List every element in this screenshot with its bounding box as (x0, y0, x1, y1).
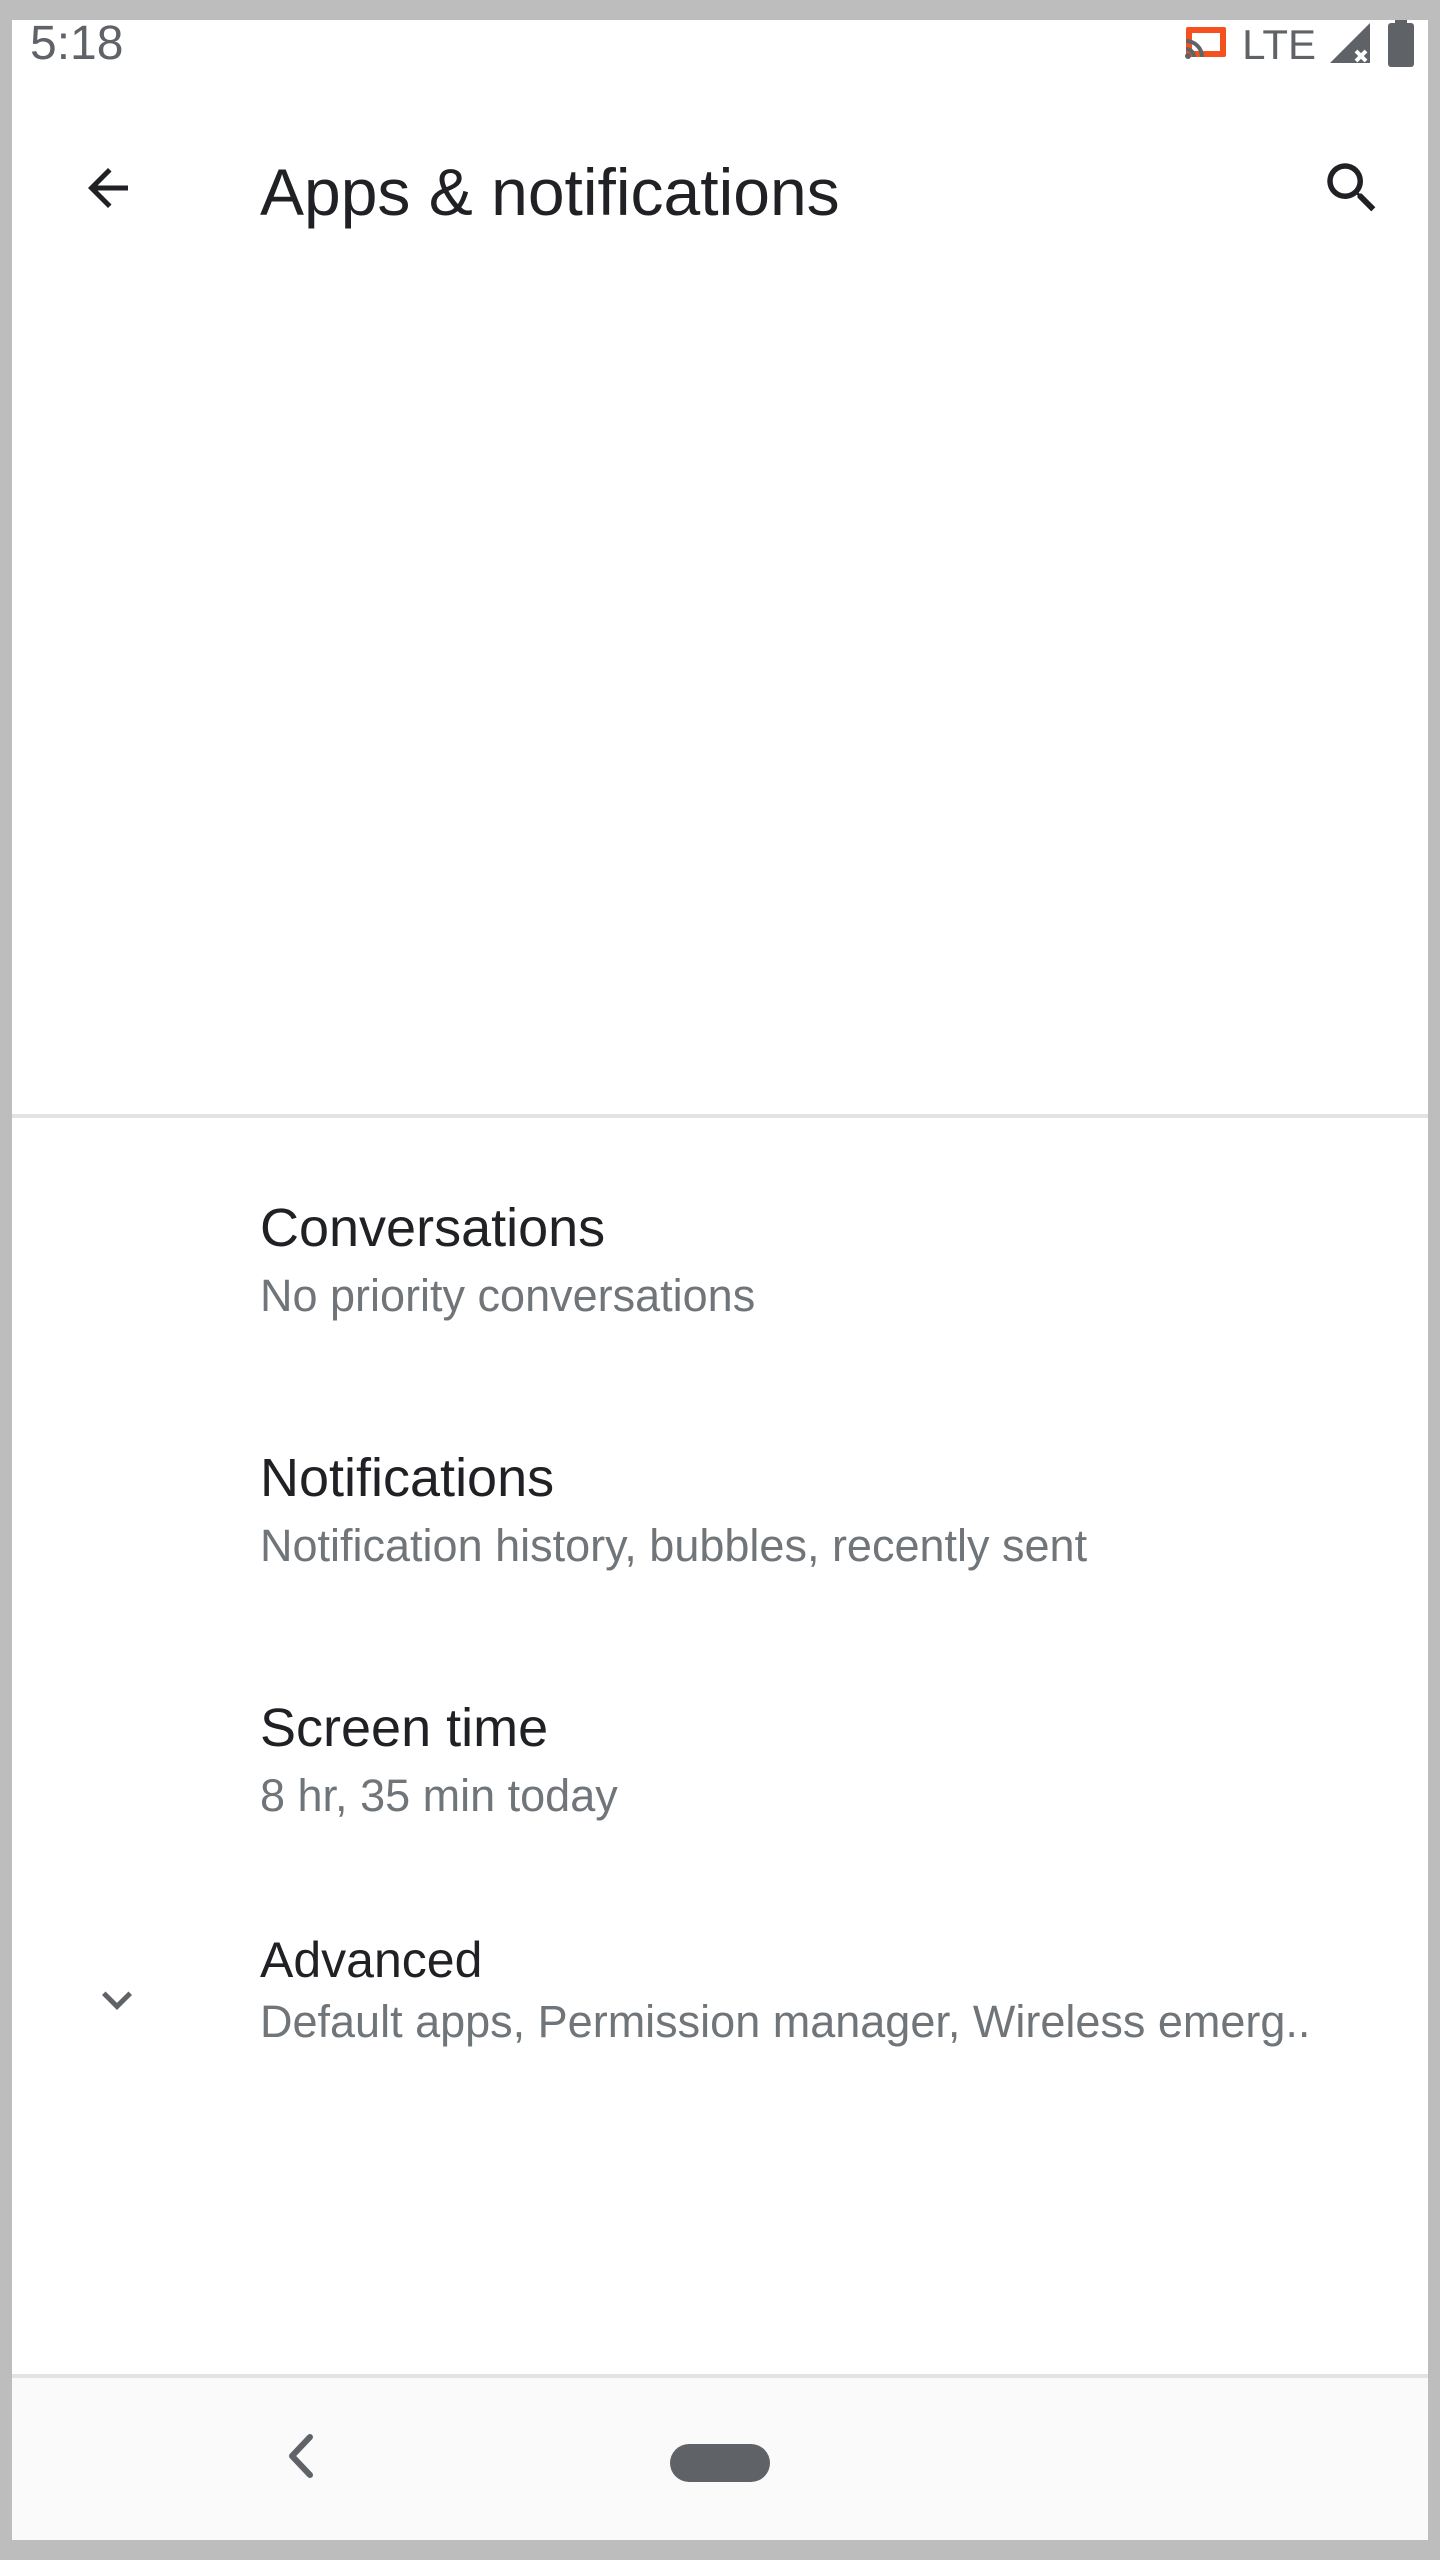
arrow-back-icon (78, 158, 138, 223)
section-divider (12, 1114, 1428, 1118)
cast-icon (1182, 23, 1230, 68)
navigation-bar (12, 2378, 1428, 2540)
status-bar: 5:18 LTE (12, 20, 1428, 90)
list-item-notifications[interactable]: Notifications Notification history, bubb… (12, 1390, 1428, 1640)
nav-back-icon (282, 2431, 322, 2486)
nav-back-button[interactable] (272, 2428, 332, 2488)
search-icon (1319, 155, 1385, 226)
list-item-summary: 8 hr, 35 min today (260, 1770, 618, 1821)
list-item-summary: Default apps, Permission manager, Wirele… (260, 1996, 1311, 2047)
list-item-title: Screen time (260, 1698, 549, 1758)
signal-icon (1328, 21, 1374, 70)
search-button[interactable] (1312, 150, 1392, 230)
list-item-title: Notifications (260, 1448, 555, 1508)
network-type: LTE (1242, 21, 1316, 68)
list-item-conversations[interactable]: Conversations No priority conversations (12, 1140, 1428, 1390)
page-title: Apps & notifications (260, 155, 840, 229)
list-item-screen-time[interactable]: Screen time 8 hr, 35 min today (12, 1640, 1428, 1890)
screen: 5:18 LTE Apps & notifications Conversati… (12, 20, 1428, 2540)
status-time: 5:18 (30, 20, 124, 70)
list-item-advanced[interactable]: Advanced Default apps, Permission manage… (12, 1890, 1428, 2140)
list-item-title: Conversations (260, 1198, 606, 1258)
back-button[interactable] (68, 150, 148, 230)
list-item-summary: Notification history, bubbles, recently … (260, 1520, 1088, 1571)
list-item-title: Advanced (260, 1932, 483, 1988)
list-item-summary: No priority conversations (260, 1270, 756, 1321)
status-icons: LTE (1182, 20, 1416, 70)
home-pill-icon[interactable] (670, 2444, 770, 2482)
battery-icon (1386, 20, 1416, 72)
chevron-down-icon (82, 1965, 152, 2035)
toolbar: Apps & notifications (12, 90, 1428, 280)
